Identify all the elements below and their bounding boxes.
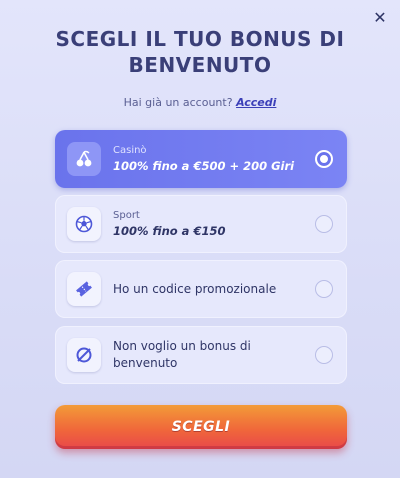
option-sport[interactable]: Sport 100% fino a €150 [55, 195, 347, 253]
option-no-bonus-label: Non voglio un bonus di benvenuto [113, 339, 251, 370]
cherries-icon [67, 142, 101, 176]
bonus-modal: ✕ SCEGLI IL TUO BONUS DI BENVENUTO Hai g… [0, 0, 400, 478]
option-no-bonus-radio[interactable] [315, 346, 333, 364]
option-no-bonus[interactable]: Non voglio un bonus di benvenuto [55, 326, 347, 384]
option-no-bonus-text: Non voglio un bonus di benvenuto [113, 338, 315, 372]
option-sport-value: 100% fino a €150 [113, 224, 226, 238]
option-casino-value: 100% fino a €500 + 200 Giri [113, 159, 295, 173]
option-promo-code-label: Ho un codice promozionale [113, 281, 277, 296]
close-icon: ✕ [373, 7, 387, 27]
option-promo-code-text: Ho un codice promozionale [113, 281, 315, 298]
option-sport-label: Sport [113, 210, 140, 221]
modal-title: SCEGLI IL TUO BONUS DI BENVENUTO [55, 27, 345, 77]
option-casino-label: Casinò [113, 145, 147, 156]
ticket-icon [67, 272, 101, 306]
login-prompt: Hai già un account? Accedi [0, 96, 400, 109]
option-casino[interactable]: Casinò 100% fino a €500 + 200 Giri [55, 130, 347, 188]
login-prompt-text: Hai già un account? [123, 96, 233, 109]
soccer-ball-icon [67, 207, 101, 241]
option-promo-code-radio[interactable] [315, 280, 333, 298]
option-sport-radio[interactable] [315, 215, 333, 233]
login-link[interactable]: Accedi [236, 96, 276, 109]
option-promo-code[interactable]: Ho un codice promozionale [55, 260, 347, 318]
choose-button[interactable]: SCEGLI [55, 405, 347, 449]
option-sport-text: Sport 100% fino a €150 [113, 209, 315, 239]
option-casino-radio[interactable] [315, 150, 333, 168]
no-bonus-icon [67, 338, 101, 372]
option-casino-text: Casinò 100% fino a €500 + 200 Giri [113, 144, 315, 174]
